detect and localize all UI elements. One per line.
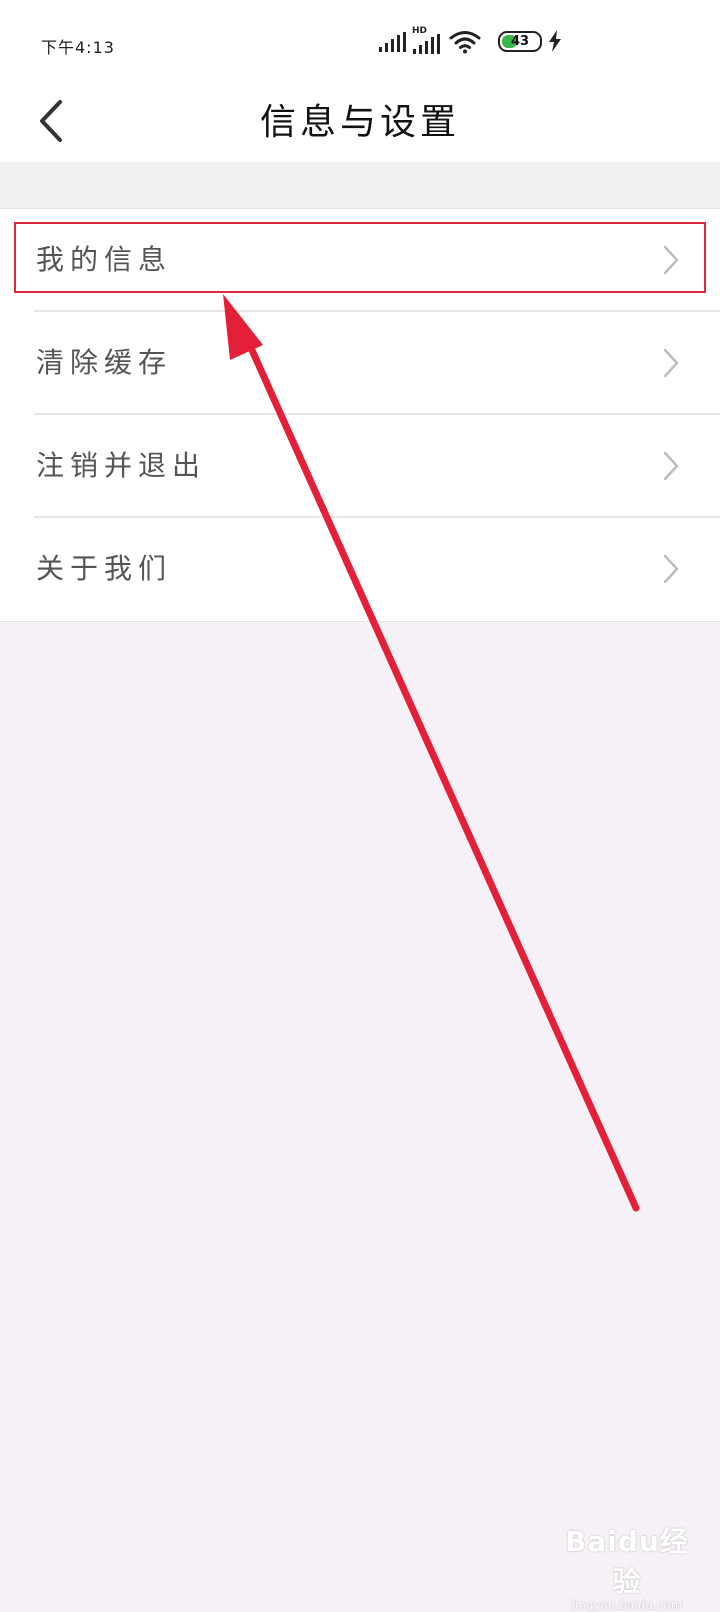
watermark-logo: Baidu经验 jingyan.baidu.com xyxy=(552,1520,702,1612)
menu-item-label: 清除缓存 xyxy=(36,346,173,379)
status-bar: 下午4:13 HD 43 xyxy=(0,0,720,84)
menu-item-logout[interactable]: 注销并退出 xyxy=(0,415,720,518)
charging-icon xyxy=(549,30,561,52)
menu-item-my-info[interactable]: 我的信息 xyxy=(0,209,720,312)
chevron-left-icon xyxy=(40,100,62,142)
menu-item-label: 关于我们 xyxy=(36,552,173,585)
chevron-right-icon xyxy=(663,348,679,378)
chevron-right-icon xyxy=(663,554,679,584)
status-time: 下午4:13 xyxy=(41,38,115,57)
chevron-right-icon xyxy=(663,451,679,481)
back-button[interactable] xyxy=(26,88,76,154)
watermark-sub: jingyan.baidu.com xyxy=(571,1598,683,1612)
page-title: 信息与设置 xyxy=(259,102,460,143)
chevron-right-icon xyxy=(663,245,679,275)
wifi-icon xyxy=(449,31,481,54)
menu-item-clear-cache[interactable]: 清除缓存 xyxy=(0,312,720,415)
menu-item-label: 注销并退出 xyxy=(36,449,207,482)
watermark-main: Baidu经验 xyxy=(565,1525,689,1598)
battery-percent: 43 xyxy=(510,34,530,49)
battery-icon: 43 xyxy=(498,31,542,52)
signal-hd-icon: HD xyxy=(412,26,442,54)
menu-item-label: 我的信息 xyxy=(36,243,173,276)
signal-icon xyxy=(379,32,406,52)
header: 信息与设置 xyxy=(0,84,720,162)
section-spacer xyxy=(0,162,720,209)
settings-menu: 我的信息 清除缓存 注销并退出 关于我们 xyxy=(0,209,720,622)
menu-item-about-us[interactable]: 关于我们 xyxy=(0,518,720,621)
